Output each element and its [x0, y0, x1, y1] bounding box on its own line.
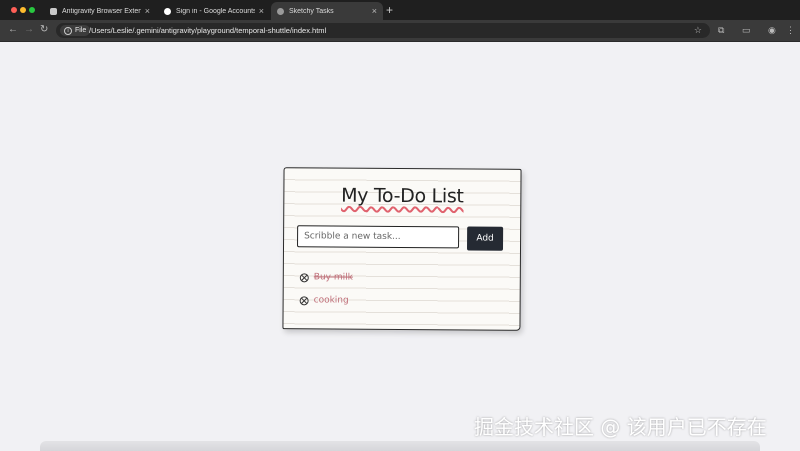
site-info-chip[interactable]: i File: [60, 25, 91, 36]
extensions-icon[interactable]: ⧉: [718, 25, 724, 36]
cast-icon[interactable]: ▭: [742, 25, 751, 36]
bookmark-star-icon[interactable]: ☆: [694, 24, 702, 37]
chip-label: File: [75, 27, 87, 34]
task-text[interactable]: Buy milk: [314, 272, 353, 282]
browser-tabbar: Antigravity Browser Extensio × Sign in -…: [0, 0, 800, 20]
watermark: 掘金技术社区 @ 该用户已不存在: [474, 415, 767, 439]
reload-icon[interactable]: ↻: [40, 24, 48, 36]
tab-sketchy-tasks[interactable]: Sketchy Tasks ×: [271, 2, 383, 20]
todo-card: My To-Do List Add Buy milk cooking: [282, 167, 522, 331]
page-title-text: My To-Do List: [341, 184, 464, 208]
minimize-window-button[interactable]: [20, 7, 26, 13]
tab-antigravity[interactable]: Antigravity Browser Extensio ×: [44, 2, 156, 20]
browser-toolbar: ← → ↻ i File /Users/Leslie/.gemini/antig…: [0, 20, 800, 42]
globe-icon: [277, 7, 284, 15]
gmail-icon: [50, 7, 57, 15]
back-icon[interactable]: ←: [8, 24, 18, 36]
list-item: cooking: [299, 295, 349, 306]
list-item: Buy milk: [299, 272, 353, 283]
maximize-window-button[interactable]: [29, 7, 35, 13]
profile-icon[interactable]: ◉: [768, 25, 776, 36]
delete-icon[interactable]: [299, 272, 309, 282]
add-button[interactable]: Add: [466, 226, 504, 251]
tab-title: Sketchy Tasks: [289, 7, 334, 15]
task-text[interactable]: cooking: [314, 295, 349, 305]
tab-title: Sign in - Google Accounts: [176, 7, 255, 15]
close-window-button[interactable]: [11, 7, 17, 13]
google-icon: [164, 7, 171, 15]
info-icon: i: [64, 26, 72, 35]
forward-icon[interactable]: →: [24, 24, 34, 36]
close-icon[interactable]: ×: [145, 6, 150, 16]
tab-google-signin[interactable]: Sign in - Google Accounts ×: [158, 2, 270, 20]
tab-title: Antigravity Browser Extensio: [62, 7, 141, 15]
task-input[interactable]: [297, 225, 460, 249]
menu-icon[interactable]: ⋮: [786, 25, 795, 36]
close-icon[interactable]: ×: [372, 6, 377, 16]
url-text: /Users/Leslie/.gemini/antigravity/playgr…: [89, 26, 327, 35]
delete-icon[interactable]: [299, 295, 309, 305]
page-title: My To-Do List: [284, 184, 520, 208]
new-tab-button[interactable]: +: [386, 4, 393, 16]
close-icon[interactable]: ×: [259, 6, 264, 16]
bottom-shadow: [40, 441, 760, 451]
address-bar[interactable]: i File /Users/Leslie/.gemini/antigravity…: [56, 23, 710, 38]
